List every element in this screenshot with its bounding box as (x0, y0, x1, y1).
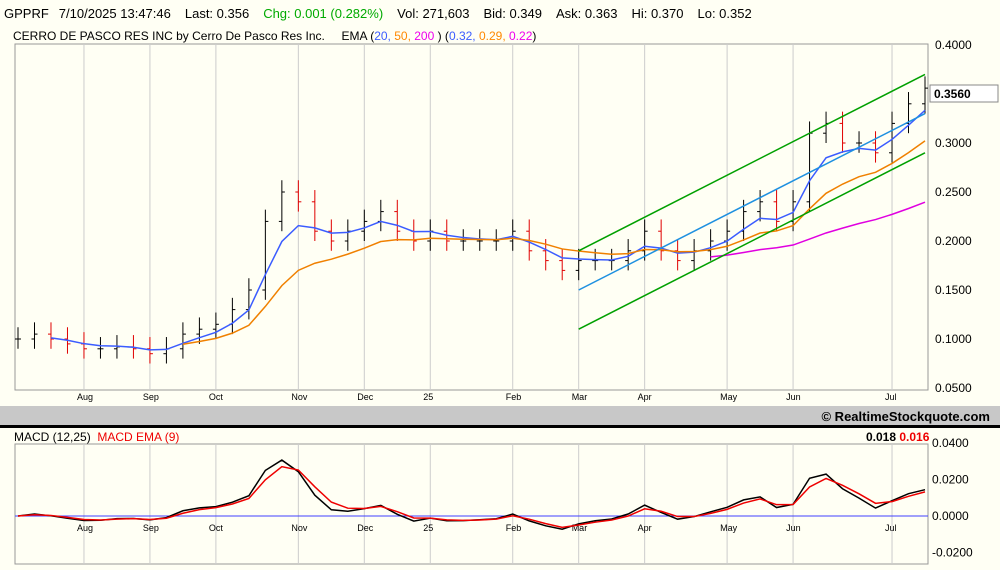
y-tick-label: 0.2000 (935, 234, 972, 248)
x-tick-label: Jun (786, 523, 801, 533)
copyright: © RealtimeStockquote.com (821, 409, 990, 424)
ema200-value: 0.22 (505, 29, 533, 43)
y-tick-label: 0.0500 (935, 381, 972, 395)
y-tick-label: 0.1500 (935, 283, 972, 297)
x-tick-label: May (720, 392, 738, 402)
macd-y-tick-label: 0.0400 (932, 436, 969, 450)
macd-y-tick-label: 0.0000 (932, 509, 969, 523)
y-tick-label: 0.4000 (935, 38, 972, 52)
y-tick-label: 0.3000 (935, 136, 972, 150)
ema50-value: 0.29, (475, 29, 506, 43)
macd-y-tick-label: 0.0200 (932, 473, 969, 487)
x-tick-label: Aug (77, 523, 93, 533)
y-tick-label: 0.1000 (935, 332, 972, 346)
macd-y-tick-label: -0.0200 (932, 546, 973, 560)
x-tick-label: Mar (572, 392, 588, 402)
company-name: CERRO DE PASCO RES INC by Cerro De Pasco… (13, 29, 325, 43)
x-tick-label: Jul (885, 523, 897, 533)
x-tick-label: Apr (638, 523, 652, 533)
ema20-value: 0.32, (448, 29, 476, 43)
price-plot-frame (14, 43, 929, 391)
ema50-period: 50, (390, 29, 411, 43)
chart-header: CERRO DE PASCO RES INC by Cerro De Pasco… (13, 29, 536, 43)
separator-band: © RealtimeStockquote.com (0, 406, 1000, 428)
x-tick-label: Dec (357, 523, 374, 533)
ema-sep: ) ( (434, 29, 449, 43)
macd-values: 0.018 0.016 (866, 430, 929, 444)
x-tick-label: 25 (423, 523, 433, 533)
x-tick-label: Feb (506, 392, 522, 402)
macd-value: 0.018 (866, 430, 897, 444)
x-tick-label: Oct (209, 392, 224, 402)
price-chart: 0.40000.35000.30000.25000.20000.15000.10… (14, 38, 999, 565)
macd-legend: MACD (12,25) MACD EMA (9) (14, 430, 179, 444)
x-tick-label: Dec (357, 392, 374, 402)
x-tick-label: Aug (77, 392, 93, 402)
x-tick-label: Jul (885, 392, 897, 402)
x-tick-label: Sep (143, 392, 159, 402)
ema200-period: 200 (410, 29, 435, 43)
macd-label: MACD (12,25) (14, 430, 91, 444)
y-tick-label: 0.2500 (935, 185, 972, 199)
x-tick-label: May (720, 523, 738, 533)
x-tick-label: Sep (143, 523, 159, 533)
x-tick-label: Oct (209, 523, 224, 533)
x-tick-label: Feb (506, 523, 522, 533)
x-tick-label: 25 (423, 392, 433, 402)
x-tick-label: Nov (291, 392, 308, 402)
ema-end: ) (532, 29, 537, 43)
x-tick-label: Nov (291, 523, 308, 533)
macd-ema-value: 0.016 (899, 430, 930, 444)
x-tick-label: Jun (786, 392, 801, 402)
x-tick-label: Apr (638, 392, 652, 402)
ema-label: EMA ( (341, 29, 375, 43)
macd-ema-label: MACD EMA (9) (97, 430, 180, 444)
last-price-label: 0.3560 (934, 87, 971, 101)
ema20-period: 20, (374, 29, 391, 43)
